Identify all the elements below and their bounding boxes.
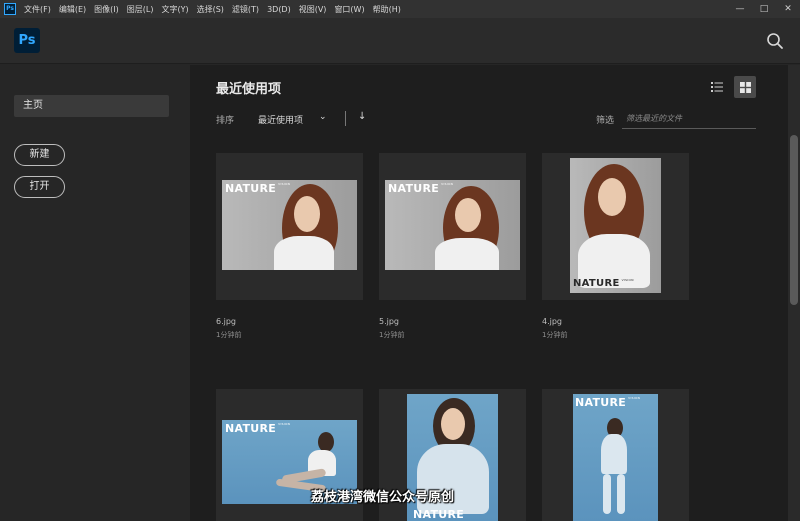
- thumbnail-image: NATURE VISION: [573, 394, 658, 521]
- menu-window[interactable]: 窗口(W): [334, 4, 364, 15]
- figure-body: [601, 434, 627, 474]
- photo-title: NATURE VISION: [575, 396, 640, 409]
- menu-edit[interactable]: 编辑(E): [59, 4, 86, 15]
- new-button[interactable]: 新建: [14, 144, 65, 166]
- menu-type[interactable]: 文字(Y): [161, 4, 188, 15]
- menu-3d[interactable]: 3D(D): [267, 5, 291, 14]
- thumbnail-image: NATURE VISION: [385, 180, 520, 270]
- sort-label: 排序: [216, 116, 235, 126]
- file-card-6[interactable]: NATURE VISION: [216, 153, 363, 300]
- thumbnail-image: NATURE VISION: [570, 158, 661, 293]
- photo-subtitle: VISION: [621, 278, 634, 282]
- photo-subtitle: VISION: [441, 182, 454, 186]
- arrow-down-icon[interactable]: ↓: [358, 111, 366, 122]
- photo-title-text: NATURE: [225, 422, 277, 435]
- photo-title: NATURE VISION: [225, 422, 290, 435]
- vertical-scrollbar[interactable]: [788, 65, 800, 521]
- file-time: 1分钟前: [216, 331, 242, 339]
- thumbnail-image: NATURE VISION: [222, 180, 357, 270]
- photoshop-logo[interactable]: Ps: [14, 28, 40, 53]
- scrollbar-thumb[interactable]: [790, 135, 798, 305]
- photo-subtitle: VISION: [278, 182, 291, 186]
- figure-hair: [318, 432, 334, 452]
- figure-face: [455, 198, 481, 232]
- menu-layer[interactable]: 图层(L): [127, 4, 154, 15]
- photo-title-text: NATURE: [575, 396, 627, 409]
- menu-help[interactable]: 帮助(H): [373, 4, 401, 15]
- sort-divider: [345, 111, 346, 126]
- file-card-1[interactable]: NATURE VISION: [542, 389, 689, 521]
- photo-title-text: NATURE: [225, 182, 277, 195]
- photo-title-text: NATURE: [573, 278, 620, 289]
- file-time: 1分钟前: [542, 331, 568, 339]
- photo-subtitle: VISION: [278, 422, 291, 426]
- file-time: 1分钟前: [379, 331, 405, 339]
- open-button[interactable]: 打开: [14, 176, 65, 198]
- header-bar: Ps: [0, 18, 800, 64]
- file-name[interactable]: 6.jpg: [216, 317, 236, 326]
- filter-input[interactable]: [622, 109, 756, 129]
- photo-title: NATURE: [413, 508, 465, 521]
- menu-file[interactable]: 文件(F): [24, 4, 51, 15]
- photo-title: NATURE VISION: [225, 182, 290, 195]
- photo-title-text: NATURE: [388, 182, 440, 195]
- watermark-text: 荔枝港湾微信公众号原创: [311, 490, 455, 505]
- app-icon: Ps: [4, 3, 16, 15]
- search-icon[interactable]: [766, 32, 784, 50]
- menu-image[interactable]: 图像(I): [94, 4, 119, 15]
- list-view-icon[interactable]: [706, 76, 728, 98]
- figure-body: [274, 236, 334, 270]
- restore-icon[interactable]: □: [752, 0, 776, 18]
- filter-label: 筛选: [596, 116, 615, 126]
- menu-filter[interactable]: 滤镜(T): [232, 4, 259, 15]
- close-icon[interactable]: ✕: [776, 0, 800, 18]
- figure-face: [294, 196, 320, 232]
- figure-face: [441, 408, 465, 440]
- photo-subtitle: VISION: [628, 396, 641, 400]
- grid-view-icon[interactable]: [734, 76, 756, 98]
- photo-title: NATURE VISION: [573, 278, 634, 289]
- sidebar: 主页 新建 打开: [0, 65, 190, 521]
- recent-files-panel: 最近使用项 排序 最近使用项 ⌄ ↓ 筛选 NATUREVISION NATUR…: [190, 65, 788, 521]
- photo-title: NATURE VISION: [388, 182, 453, 195]
- chevron-down-icon[interactable]: ⌄: [319, 112, 327, 122]
- page-title: 最近使用项: [216, 82, 282, 97]
- minimize-icon[interactable]: —: [728, 0, 752, 18]
- file-name[interactable]: 4.jpg: [542, 317, 562, 326]
- figure-body: [435, 238, 499, 270]
- menu-select[interactable]: 选择(S): [197, 4, 224, 15]
- menu-view[interactable]: 视图(V): [299, 4, 327, 15]
- sidebar-item-home[interactable]: 主页: [14, 95, 169, 117]
- sort-dropdown[interactable]: 最近使用项: [258, 113, 303, 126]
- figure-leg: [617, 474, 625, 514]
- figure-face: [598, 178, 626, 216]
- file-card-4[interactable]: NATURE VISION: [542, 153, 689, 300]
- figure-leg: [603, 474, 611, 514]
- file-name[interactable]: 5.jpg: [379, 317, 399, 326]
- menu-bar: Ps 文件(F) 编辑(E) 图像(I) 图层(L) 文字(Y) 选择(S) 滤…: [0, 0, 800, 18]
- file-card-5[interactable]: NATURE VISION: [379, 153, 526, 300]
- window-controls: — □ ✕: [728, 0, 800, 18]
